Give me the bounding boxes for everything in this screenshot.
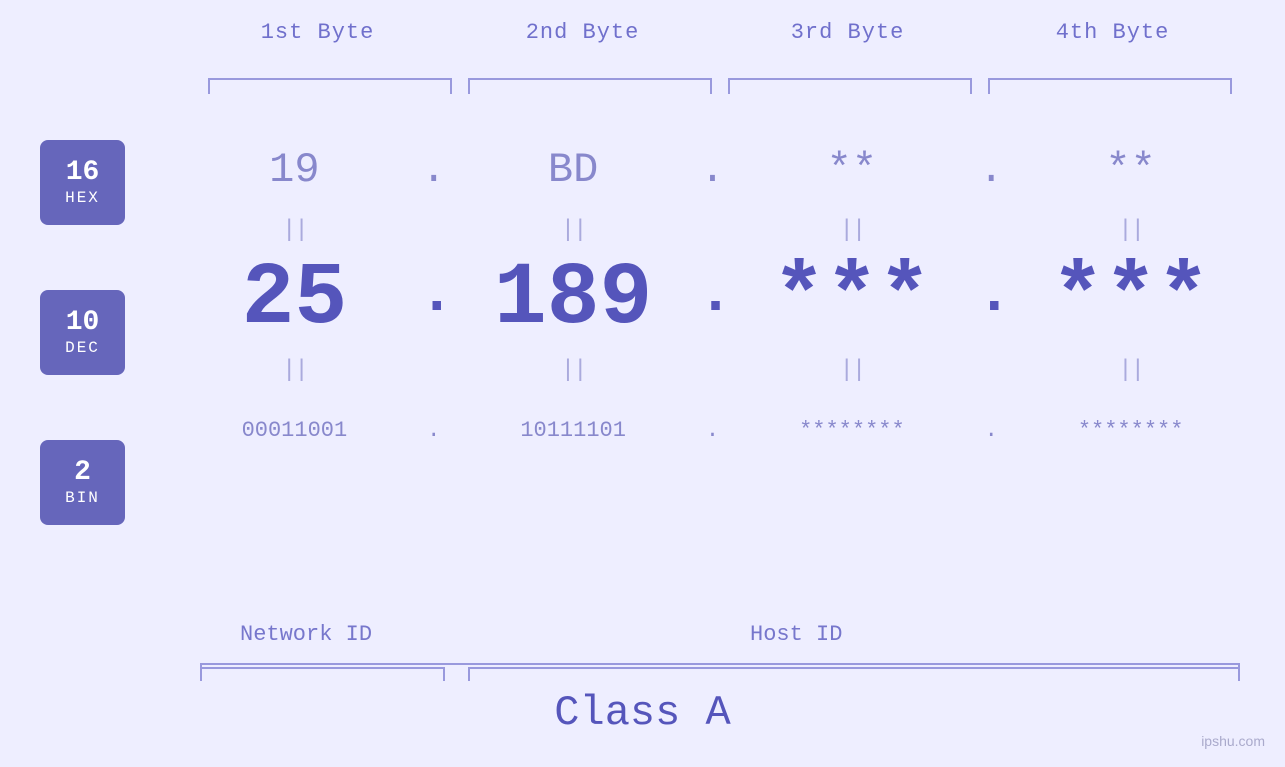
top-brackets xyxy=(200,78,1240,94)
bin-cell-4: ******** xyxy=(1006,418,1255,443)
bin-dot-1: . xyxy=(419,418,449,443)
hex-cell-4: ** xyxy=(1006,146,1255,194)
dec-cell-2: 189 xyxy=(449,256,698,344)
hex-num: 16 xyxy=(66,158,100,189)
eq1-c4: || xyxy=(1006,217,1255,244)
bin-row: 00011001 . 10111101 . ******** . *******… xyxy=(170,390,1255,470)
bin-val-3: ******** xyxy=(799,418,905,443)
dec-cell-4: *** xyxy=(1006,256,1255,344)
hex-label: HEX xyxy=(65,189,100,207)
hex-cell-3: ** xyxy=(728,146,977,194)
hex-dot-1: . xyxy=(419,146,449,194)
bin-badge: 2 BIN xyxy=(40,440,125,525)
hex-cell-2: BD xyxy=(449,146,698,194)
network-id-label: Network ID xyxy=(240,622,372,647)
hex-val-4: ** xyxy=(1105,146,1155,194)
hex-cell-1: 19 xyxy=(170,146,419,194)
class-bracket xyxy=(200,663,1240,679)
eq2-c1: || xyxy=(170,357,419,384)
hex-val-3: ** xyxy=(827,146,877,194)
byte3-header: 3rd Byte xyxy=(715,20,980,45)
watermark: ipshu.com xyxy=(1201,733,1265,749)
eq2-c4: || xyxy=(1006,357,1255,384)
data-grid: 19 . BD . ** . ** || || || || xyxy=(170,130,1255,470)
eq1-c1: || xyxy=(170,217,419,244)
eq1-c2: || xyxy=(449,217,698,244)
main-container: 1st Byte 2nd Byte 3rd Byte 4th Byte 16 H… xyxy=(0,0,1285,767)
equals-row-1: || || || || xyxy=(170,210,1255,250)
dec-cell-1: 25 xyxy=(170,256,419,344)
dec-row: 25 . 189 . *** . *** xyxy=(170,250,1255,350)
hex-row: 19 . BD . ** . ** xyxy=(170,130,1255,210)
bin-cell-3: ******** xyxy=(728,418,977,443)
hex-dot-3: . xyxy=(976,146,1006,194)
hex-val-1: 19 xyxy=(269,146,319,194)
eq2-c3: || xyxy=(728,357,977,384)
dec-dot-1: . xyxy=(419,265,449,335)
host-id-label: Host ID xyxy=(750,622,842,647)
bin-val-4: ******** xyxy=(1078,418,1184,443)
top-bracket-byte4 xyxy=(988,78,1232,94)
bin-label: BIN xyxy=(65,489,100,507)
byte4-header: 4th Byte xyxy=(980,20,1245,45)
top-bracket-byte2 xyxy=(468,78,712,94)
equals-row-2: || || || || xyxy=(170,350,1255,390)
dec-val-4: *** xyxy=(1051,250,1209,349)
bin-dot-3: . xyxy=(976,418,1006,443)
bin-dot-2: . xyxy=(698,418,728,443)
byte-headers: 1st Byte 2nd Byte 3rd Byte 4th Byte xyxy=(185,20,1245,45)
top-bracket-byte1 xyxy=(208,78,452,94)
bin-val-1: 00011001 xyxy=(242,418,348,443)
dec-badge: 10 DEC xyxy=(40,290,125,375)
bin-num: 2 xyxy=(74,458,91,489)
byte2-header: 2nd Byte xyxy=(450,20,715,45)
base-labels: 16 HEX 10 DEC 2 BIN xyxy=(40,140,125,590)
dec-val-2: 189 xyxy=(494,250,652,349)
dec-num: 10 xyxy=(66,308,100,339)
eq2-c2: || xyxy=(449,357,698,384)
bin-cell-2: 10111101 xyxy=(449,418,698,443)
hex-dot-2: . xyxy=(698,146,728,194)
eq1-c3: || xyxy=(728,217,977,244)
hex-val-2: BD xyxy=(548,146,598,194)
hex-badge: 16 HEX xyxy=(40,140,125,225)
class-bracket-right xyxy=(1238,663,1240,677)
bin-cell-1: 00011001 xyxy=(170,418,419,443)
byte1-header: 1st Byte xyxy=(185,20,450,45)
bin-val-2: 10111101 xyxy=(520,418,626,443)
dec-dot-3: . xyxy=(976,265,1006,335)
dec-label: DEC xyxy=(65,339,100,357)
top-bracket-byte3 xyxy=(728,78,972,94)
dec-val-3: *** xyxy=(773,250,931,349)
class-label: Class A xyxy=(554,689,730,737)
dec-val-1: 25 xyxy=(242,250,348,349)
dec-cell-3: *** xyxy=(728,256,977,344)
dec-dot-2: . xyxy=(698,265,728,335)
